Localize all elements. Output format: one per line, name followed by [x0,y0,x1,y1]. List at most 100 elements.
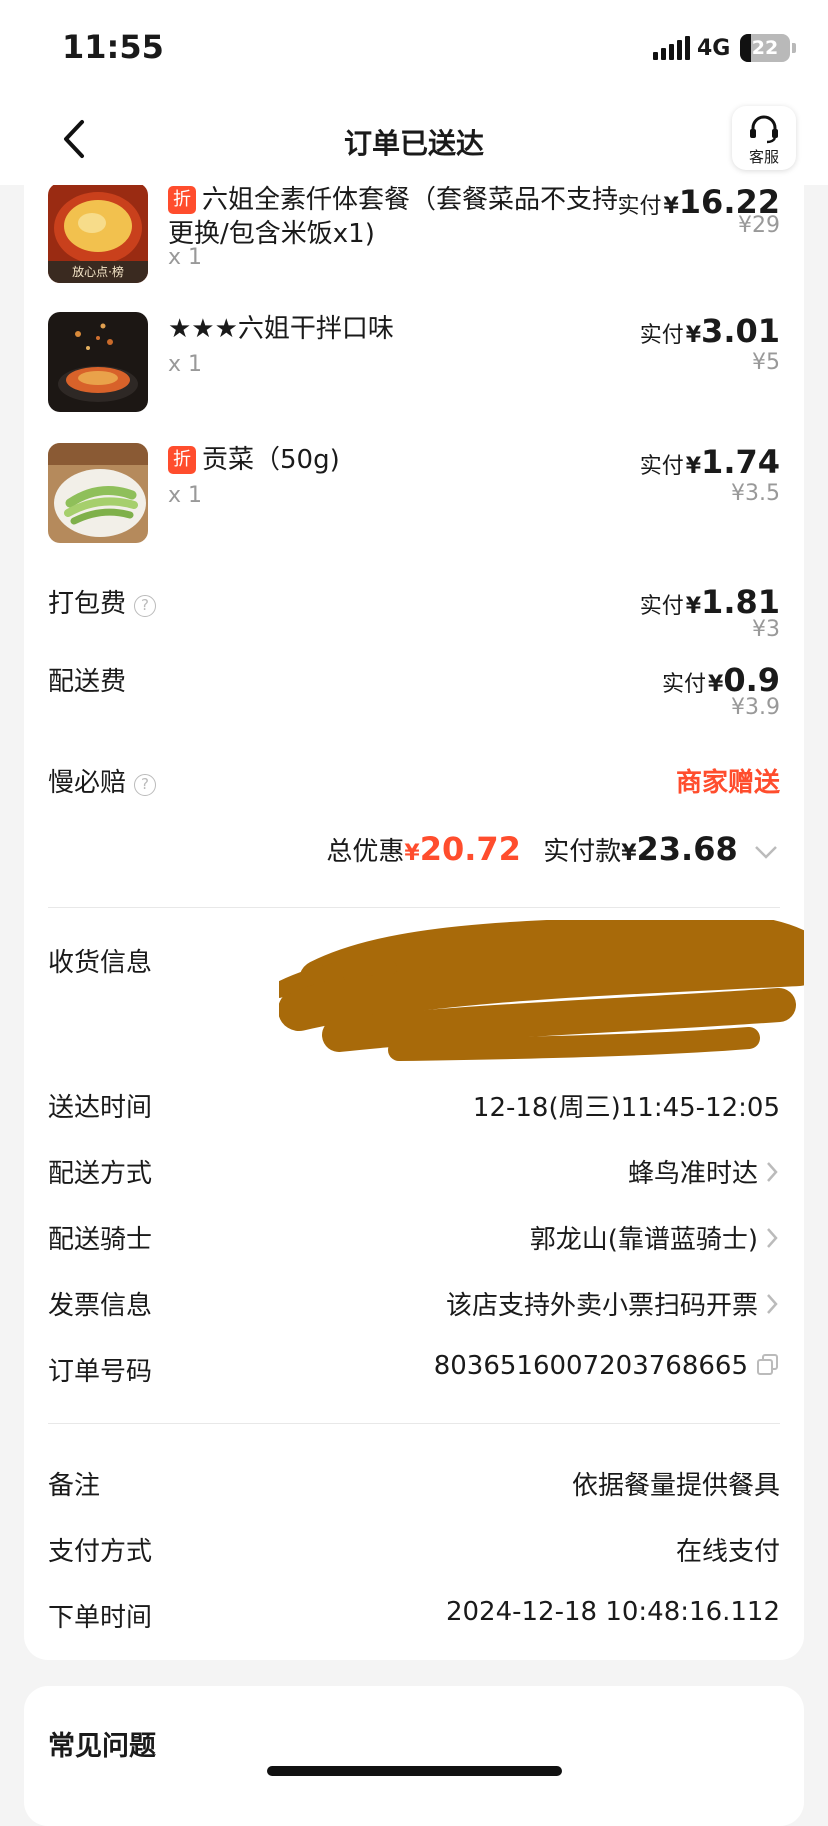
battery-icon: 22 [740,34,790,62]
currency-symbol: ¥ [685,323,702,348]
faq-card[interactable]: 常见问题 [24,1686,804,1826]
packing-fee-row: 打包费? 实付¥1.81 ¥3 [48,583,780,653]
item-thumbnail: 放心点·榜 [48,185,148,283]
delivery-method-row[interactable]: 配送方式 蜂鸟准时达 [48,1153,780,1193]
delivery-fee-paid: 实付¥0.9 [662,661,780,699]
item-original-price: ¥3.5 [731,481,780,506]
customer-service-button[interactable]: 客服 [732,106,796,170]
customer-service-label: 客服 [748,148,779,166]
item-quantity: x 1 [168,245,203,270]
faq-title: 常见问题 [48,1731,156,1762]
delivery-fee-row: 配送费 实付¥0.9 ¥3.9 [48,661,780,741]
redaction-scribble [279,920,804,1061]
order-item[interactable]: ★★★六姐干拌口味 x 1 实付¥3.01 ¥5 [48,312,780,422]
delivery-time-label: 送达时间 [48,1093,153,1123]
delivery-fee-label: 配送费 [48,667,127,697]
status-time: 11:55 [62,28,164,66]
paid-label: 实付 [661,672,706,697]
order-item[interactable]: 放心点·榜 折六姐全素仟体套餐（套餐菜品不支持更换/包含米饭x1) x 1 实付… [48,185,780,293]
order-summary[interactable]: 总优惠¥20.72 实付款¥23.68 [326,830,780,868]
item-name: 折六姐全素仟体套餐（套餐菜品不支持更换/包含米饭x1) [168,185,628,251]
battery-tip [792,43,796,53]
courier-row[interactable]: 配送骑士 郭龙山(靠谱蓝骑士) [48,1219,780,1259]
late-guarantee-row: 慢必赔? 商家赠送 [48,762,780,802]
item-title: 贡菜（50g) [202,445,340,475]
paid-amount: 0.9 [723,661,780,699]
discount-tag: 折 [168,446,196,474]
invoice-label: 发票信息 [48,1291,153,1321]
paid-label: 实付 [617,194,662,219]
packing-fee-paid: 实付¥1.81 [640,583,780,621]
discount-label: 总优惠 [326,837,405,867]
order-time-row: 下单时间 2024-12-18 10:48:16.112 [48,1597,780,1637]
payment-method-row: 支付方式 在线支付 [48,1531,780,1571]
order-number-value: 8036516007203768665 [434,1351,780,1381]
item-paid-price: 实付¥1.74 [640,443,780,481]
order-detail-card: 放心点·榜 折六姐全素仟体套餐（套餐菜品不支持更换/包含米饭x1) x 1 实付… [24,185,804,1660]
discount-amount: 20.72 [419,830,521,868]
payment-method-value: 在线支付 [675,1537,780,1567]
copy-icon[interactable] [754,1352,780,1376]
invoice-row[interactable]: 发票信息 该店支持外卖小票扫码开票 [48,1285,780,1325]
item-name: ★★★六姐干拌口味 [168,312,628,346]
currency-symbol: ¥ [685,454,702,479]
late-guarantee-label: 慢必赔? [48,762,157,799]
packing-fee-original: ¥3 [752,617,780,642]
paid-total-label: 实付款 [543,837,622,867]
remark-value: 依据餐量提供餐具 [571,1471,780,1501]
paid-total-amount: 23.68 [636,830,738,868]
item-thumbnail [48,312,148,412]
remark-row: 备注 依据餐量提供餐具 [48,1465,780,1505]
headset-icon [750,115,778,144]
courier-value: 郭龙山(靠谱蓝骑士) [530,1219,780,1256]
paid-amount: 1.81 [701,583,780,621]
cellular-signal-icon [653,36,690,60]
help-icon[interactable]: ? [134,774,157,796]
battery-level: 22 [751,37,779,59]
chevron-right-icon [767,1294,778,1314]
paid-label: 实付 [639,594,684,619]
paid-total-currency: ¥ [621,841,637,866]
item-title: 六姐全素仟体套餐（套餐菜品不支持更换/包含米饭x1) [168,185,619,249]
delivery-fee-original: ¥3.9 [731,695,780,720]
chevron-down-icon [755,846,777,859]
paid-amount: 3.01 [701,312,780,350]
currency-symbol: ¥ [708,672,724,697]
delivery-time-row: 送达时间 12-18(周三)11:45-12:05 [48,1087,780,1127]
page-title: 订单已送达 [343,127,484,160]
home-indicator[interactable] [267,1766,562,1776]
currency-symbol: ¥ [685,594,702,619]
chevron-right-icon [767,1162,778,1182]
chevron-right-icon [767,1228,778,1248]
status-bar: 11:55 4G 22 [0,0,828,90]
item-thumbnail [48,443,148,543]
help-icon[interactable]: ? [134,595,157,617]
delivery-time-value: 12-18(周三)11:45-12:05 [472,1093,780,1123]
paid-label: 实付 [639,454,684,479]
paid-amount: 1.74 [701,443,780,481]
order-time-label: 下单时间 [48,1603,153,1633]
delivery-method-label: 配送方式 [48,1159,153,1189]
order-time-value: 2024-12-18 10:48:16.112 [445,1597,780,1627]
packing-fee-label: 打包费? [48,583,157,620]
nav-bar: 订单已送达 客服 [0,90,828,185]
item-name: 折贡菜（50g) [168,443,628,477]
item-original-price: ¥29 [738,213,780,238]
discount-tag: 折 [168,186,196,214]
delivery-method-value: 蜂鸟准时达 [628,1153,780,1190]
paid-label: 实付 [639,323,684,348]
order-number-label: 订单号码 [48,1357,153,1387]
item-original-price: ¥5 [752,350,780,375]
divider [48,907,780,908]
remark-label: 备注 [48,1471,101,1501]
order-item[interactable]: 折贡菜（50g) x 1 实付¥1.74 ¥3.5 [48,443,780,553]
late-guarantee-value: 商家赠送 [675,768,780,798]
divider [48,1423,780,1424]
invoice-value: 该店支持外卖小票扫码开票 [446,1285,780,1322]
receiver-info-label: 收货信息 [48,948,153,978]
payment-method-label: 支付方式 [48,1537,153,1567]
network-type: 4G [697,36,731,61]
currency-symbol: ¥ [663,194,679,219]
item-quantity: x 1 [168,352,203,377]
order-number-row: 订单号码 8036516007203768665 [48,1351,780,1391]
